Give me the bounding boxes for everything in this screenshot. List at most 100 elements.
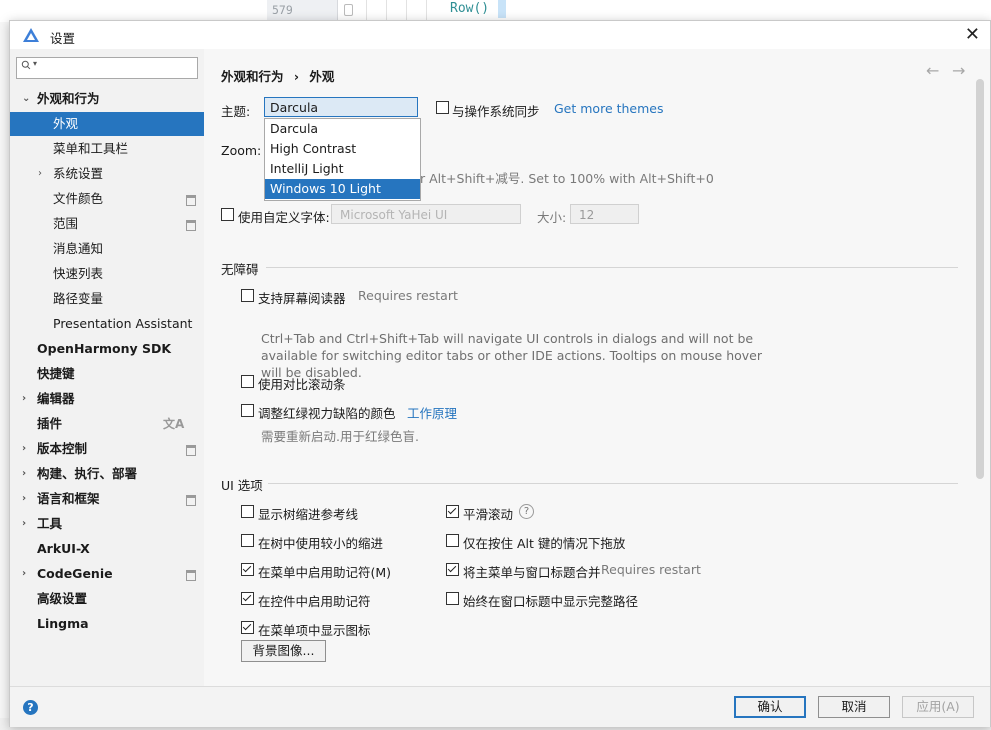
sidebar-item-build-execution-deployment[interactable]: › 构建、执行、部署 [10,462,204,486]
search-dropdown-icon[interactable]: ▾ [33,59,37,68]
sidebar-item-label: 版本控制 [37,441,88,456]
chevron-right-icon[interactable]: › [22,487,32,511]
forward-arrow-icon[interactable]: → [952,61,965,80]
close-icon[interactable]: ✕ [965,24,980,45]
sidebar-item-label: 路径变量 [53,291,104,306]
zoom-label: Zoom: [221,143,262,158]
sidebar-item-editor[interactable]: › 编辑器 [10,387,204,411]
apply-button[interactable]: 应用(A) [902,696,974,718]
sidebar-item-label: 编辑器 [37,391,75,406]
indent-guide [426,0,427,22]
cancel-button[interactable]: 取消 [818,696,890,718]
sidebar-item-label: 范围 [53,216,79,231]
zoom-hint: r Alt+Shift+减号. Set to 100% with Alt+Shi… [420,171,714,186]
menu-icons-label: 在菜单项中显示图标 [258,623,371,638]
description-line: Ctrl+Tab and Ctrl+Shift+Tab will navigat… [261,331,754,346]
sidebar-item-notifications[interactable]: 消息通知 [10,237,204,261]
tree-indent-guides-checkbox[interactable] [241,505,254,518]
custom-font-label: 使用自定义字体: [238,210,330,225]
theme-option-intellij-light[interactable]: IntelliJ Light [265,159,420,179]
sidebar-item-keymap[interactable]: 快捷键 [10,362,204,386]
sidebar-item-openharmony-sdk[interactable]: OpenHarmony SDK [10,337,204,361]
fold-marker-icon [344,4,353,16]
chevron-right-icon[interactable]: › [22,387,32,411]
screen-reader-label: 支持屏幕阅读器 [258,291,346,306]
color-blind-checkbox[interactable] [241,404,254,417]
help-icon[interactable]: ? [23,700,38,715]
alt-drag-checkbox[interactable] [446,534,459,547]
background-image-button[interactable]: 背景图像... [241,640,326,662]
smaller-tree-indent-checkbox[interactable] [241,534,254,547]
custom-font-checkbox[interactable] [221,208,234,221]
breadcrumb-parent[interactable]: 外观和行为 [221,69,284,84]
sidebar-item-label: OpenHarmony SDK [37,341,172,356]
sidebar-item-codegenie[interactable]: › CodeGenie [10,562,204,586]
search-input[interactable]: ▾ [16,57,198,79]
sidebar-item-system-settings[interactable]: › 系统设置 [10,162,204,186]
sidebar-item-plugins[interactable]: 插件 文A [10,412,204,436]
theme-option-high-contrast[interactable]: High Contrast [265,139,420,159]
font-size-input[interactable]: 12 [570,204,639,224]
line-number: 579 [272,3,293,17]
help-icon[interactable]: ? [519,504,534,519]
sidebar-item-label: 快捷键 [37,366,75,381]
app-logo-icon [23,28,39,42]
contrast-scrollbar-checkbox[interactable] [241,375,254,388]
sidebar-item-appearance-behavior[interactable]: ⌄ 外观和行为 [10,87,204,111]
sidebar-item-quick-lists[interactable]: 快速列表 [10,262,204,286]
sync-os-label: 与操作系统同步 [452,104,540,119]
sidebar-item-tools[interactable]: › 工具 [10,512,204,536]
smooth-scrolling-checkbox[interactable] [446,505,459,518]
chevron-right-icon[interactable]: › [22,512,32,536]
control-mnemonics-checkbox[interactable] [241,592,254,605]
sidebar-item-appearance[interactable]: 外观 [10,112,204,136]
back-arrow-icon[interactable]: ← [926,61,939,80]
sidebar-item-presentation-assistant[interactable]: Presentation Assistant [10,312,204,336]
sidebar-item-lingma[interactable]: Lingma [10,612,204,636]
code-text: Row() [450,1,490,16]
ok-button[interactable]: 确认 [734,696,806,718]
menu-icons-checkbox[interactable] [241,621,254,634]
sidebar-item-arkui-x[interactable]: ArkUI-X [10,537,204,561]
chevron-right-icon[interactable]: › [38,162,48,186]
sidebar-item-label: 快速列表 [53,266,104,281]
sidebar-item-languages-frameworks[interactable]: › 语言和框架 [10,487,204,511]
project-level-icon [186,445,196,456]
chevron-right-icon[interactable]: › [22,562,32,586]
theme-select[interactable]: Darcula [264,97,418,117]
sidebar-item-label: 高级设置 [37,591,88,606]
sidebar-item-version-control[interactable]: › 版本控制 [10,437,204,461]
sidebar-item-advanced-settings[interactable]: 高级设置 [10,587,204,611]
font-family-select[interactable]: Microsoft YaHei UI [331,204,521,224]
menu-mnemonics-checkbox[interactable] [241,563,254,576]
theme-option-darcula[interactable]: Darcula [265,119,420,139]
title-bar[interactable]: 设置 ✕ [10,21,990,49]
sidebar-item-menus-toolbars[interactable]: 菜单和工具栏 [10,137,204,161]
description-line: available for switching editor tabs or o… [261,348,762,363]
smaller-tree-indent-label: 在树中使用较小的缩进 [258,536,384,551]
theme-label: 主题: [221,104,251,119]
project-level-icon [186,220,196,231]
indent-guide [366,0,367,22]
sidebar-item-file-colors[interactable]: 文件颜色 [10,187,204,211]
smooth-scrolling-label: 平滑滚动 [463,507,514,522]
merge-menu-title-checkbox[interactable] [446,563,459,576]
project-level-icon [186,495,196,506]
theme-option-windows-10-light[interactable]: Windows 10 Light [265,179,420,199]
how-it-works-link[interactable]: 工作原理 [407,403,457,422]
sidebar-item-label: Lingma [37,616,89,631]
settings-sidebar: ▾ ⌄ 外观和行为 外观 菜单和工具栏 › 系统设置 文件颜色 范围 消息通知 … [10,49,204,686]
vertical-scrollbar[interactable] [976,79,984,479]
sidebar-item-scopes[interactable]: 范围 [10,212,204,236]
sync-os-checkbox[interactable] [436,101,449,114]
sidebar-item-path-variables[interactable]: 路径变量 [10,287,204,311]
chevron-right-icon[interactable]: › [22,437,32,461]
sidebar-item-label: 语言和框架 [37,491,100,506]
chevron-right-icon[interactable]: › [22,462,32,486]
chevron-down-icon[interactable]: ⌄ [22,87,32,111]
sidebar-item-label: CodeGenie [37,566,113,581]
alt-drag-label: 仅在按住 Alt 键的情况下拖放 [463,536,626,551]
full-path-title-checkbox[interactable] [446,592,459,605]
get-more-themes-link[interactable]: Get more themes [554,101,664,116]
screen-reader-checkbox[interactable] [241,289,254,302]
